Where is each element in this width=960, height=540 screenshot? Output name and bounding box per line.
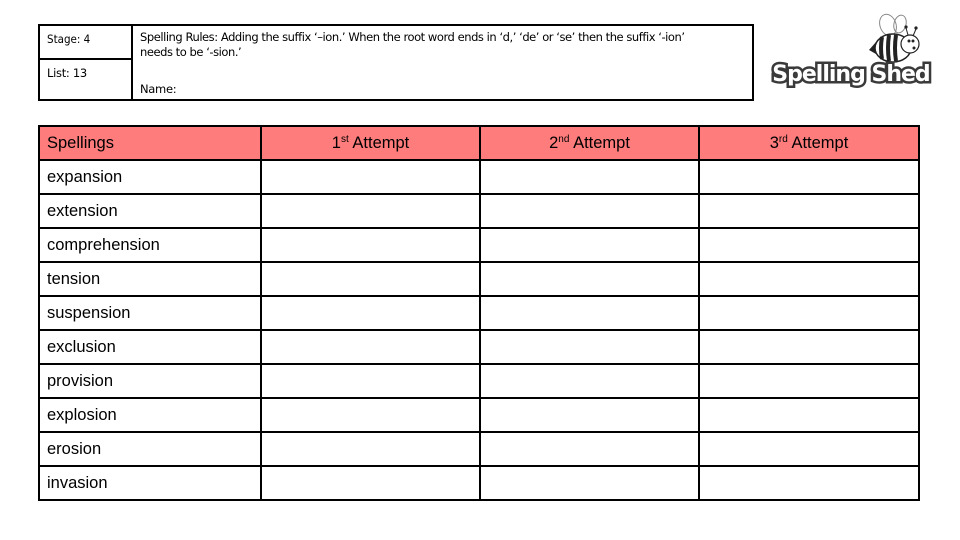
attempt-1-cell[interactable] [260,465,481,501]
header-attempt-3-number: 3 [769,133,779,152]
attempt-2-cell[interactable] [479,363,700,399]
spelling-rules-line-1: Spelling Rules: Adding the suffix ‘–ion.… [140,30,685,44]
attempt-2-cell[interactable] [479,227,700,263]
spelling-word: explosion [38,397,262,433]
header-attempt-3-label: Attempt [787,133,849,152]
logo-text: Spelling Shed [770,60,933,90]
info-right-column: Spelling Rules: Adding the suffix ‘–ion.… [133,26,752,99]
attempt-3-cell[interactable] [698,295,920,331]
spelling-word: suspension [38,295,262,331]
header-attempt-2: 2nd Attempt [479,125,700,161]
spelling-rules-line-2: needs to be ‘-sion.’ [140,45,242,59]
spelling-word: expansion [38,159,262,195]
header-attempt-1: 1st Attempt [260,125,481,161]
list-label: List: 13 [47,66,87,80]
name-field-label: Name: [140,82,177,96]
attempt-3-cell[interactable] [698,159,920,195]
attempt-1-cell[interactable] [260,431,481,467]
spelling-shed-logo: Spelling Shed [770,12,933,98]
attempt-1-cell[interactable] [260,193,481,229]
attempt-2-cell[interactable] [479,159,700,195]
header-attempt-2-number: 2 [549,133,559,152]
attempt-3-cell[interactable] [698,397,920,433]
attempt-1-cell[interactable] [260,363,481,399]
spelling-word: exclusion [38,329,262,365]
attempt-3-cell[interactable] [698,465,920,501]
attempt-2-cell[interactable] [479,193,700,229]
spelling-word: extension [38,193,262,229]
spelling-table: Spellings 1st Attempt 2nd Attempt 3rd At… [38,125,920,501]
table-row: expansion [38,159,920,195]
attempt-3-cell[interactable] [698,193,920,229]
table-row: provision [38,363,920,399]
attempt-1-cell[interactable] [260,397,481,433]
table-row: tension [38,261,920,297]
table-row: comprehension [38,227,920,263]
table-header-row: Spellings 1st Attempt 2nd Attempt 3rd At… [38,125,920,161]
spelling-word: comprehension [38,227,262,263]
attempt-2-cell[interactable] [479,397,700,433]
info-left-column: Stage: 4 List: 13 [40,26,133,99]
attempt-3-cell[interactable] [698,363,920,399]
table-row: suspension [38,295,920,331]
spelling-rules: Spelling Rules: Adding the suffix ‘–ion.… [140,30,740,60]
header-attempt-2-label: Attempt [569,133,630,152]
header-attempt-3-suffix: rd [778,133,788,145]
stage-label: Stage: 4 [40,26,131,60]
attempt-3-cell[interactable] [698,227,920,263]
header-attempt-2-suffix: nd [558,133,570,145]
spelling-word: tension [38,261,262,297]
table-row: invasion [38,465,920,501]
table-row: extension [38,193,920,229]
header-spellings: Spellings [38,125,262,161]
attempt-2-cell[interactable] [479,295,700,331]
spelling-word: erosion [38,431,262,467]
attempt-1-cell[interactable] [260,295,481,331]
attempt-3-cell[interactable] [698,431,920,467]
attempt-2-cell[interactable] [479,431,700,467]
table-row: exclusion [38,329,920,365]
attempt-3-cell[interactable] [698,329,920,365]
spelling-word: invasion [38,465,262,501]
header-attempt-3: 3rd Attempt [698,125,920,161]
table-row: explosion [38,397,920,433]
attempt-2-cell[interactable] [479,465,700,501]
attempt-1-cell[interactable] [260,227,481,263]
attempt-1-cell[interactable] [260,159,481,195]
header-attempt-1-number: 1 [331,133,341,152]
header-attempt-1-suffix: st [340,133,349,145]
worksheet-info-box: Stage: 4 List: 13 Spelling Rules: Adding… [38,24,754,101]
attempt-2-cell[interactable] [479,261,700,297]
attempt-3-cell[interactable] [698,261,920,297]
attempt-2-cell[interactable] [479,329,700,365]
attempt-1-cell[interactable] [260,261,481,297]
spelling-word: provision [38,363,262,399]
table-row: erosion [38,431,920,467]
attempt-1-cell[interactable] [260,329,481,365]
header-attempt-1-label: Attempt [348,133,410,152]
